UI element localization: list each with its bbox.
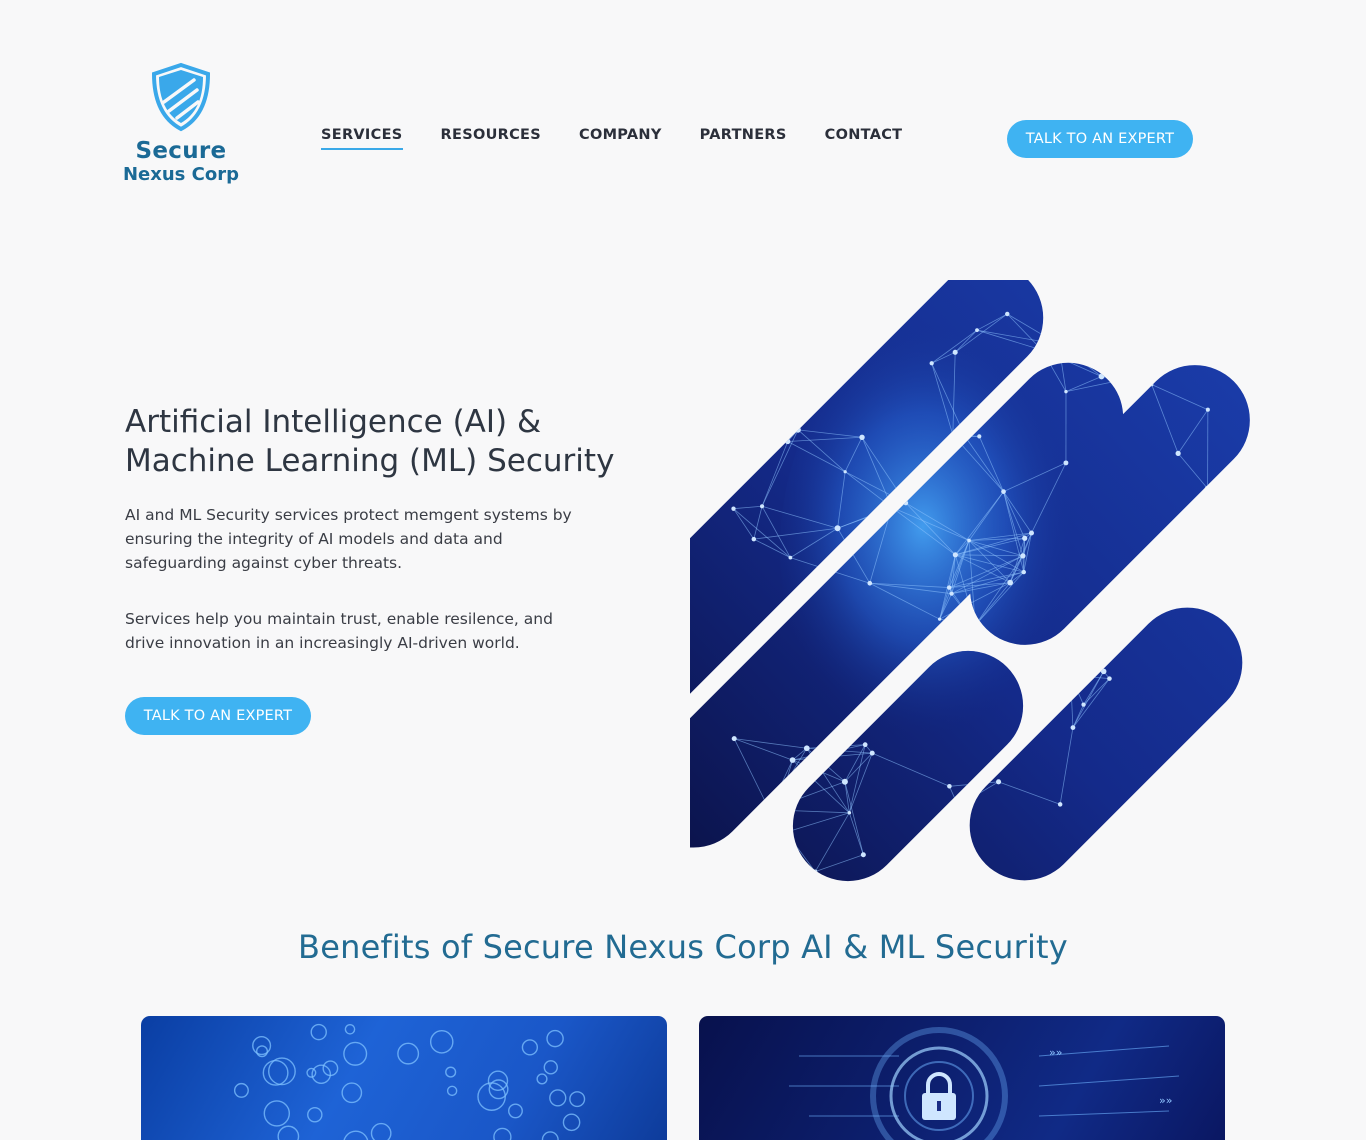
- hero-talk-to-expert-button[interactable]: TALK TO AN EXPERT: [125, 697, 311, 735]
- logo-text-secure: Secure: [135, 138, 227, 164]
- ai-face-network-illustration: [690, 280, 1250, 890]
- padlock-icon: [922, 1072, 956, 1120]
- nav-item-partners[interactable]: PARTNERS: [700, 127, 787, 150]
- hero-title: Artificial Intelligence (AI) & Machine L…: [125, 403, 685, 481]
- hero-paragraph-1: AI and ML Security services protect memg…: [125, 506, 572, 572]
- benefits-title: Benefits of Secure Nexus Corp AI & ML Se…: [298, 928, 1068, 966]
- logo-text-nexus-corp: Nexus Corp: [122, 164, 239, 185]
- benefit-card-security-lock[interactable]: »» »»: [699, 1016, 1225, 1140]
- hero-title-line1: Artificial Intelligence (AI) &: [125, 404, 542, 440]
- nav-item-resources[interactable]: RESOURCES: [441, 127, 541, 150]
- ai-head-gears-image: [233, 1023, 586, 1140]
- nav-item-services[interactable]: SERVICES: [321, 127, 403, 150]
- main-nav: SERVICES RESOURCES COMPANY PARTNERS CONT…: [321, 127, 940, 150]
- company-logo[interactable]: Secure Nexus Corp: [118, 62, 244, 186]
- svg-text:»»: »»: [1159, 1094, 1172, 1107]
- header-talk-to-expert-button[interactable]: TALK TO AN EXPERT: [1007, 120, 1193, 158]
- padlock-circuit-image: »» »»: [789, 1027, 1180, 1140]
- shield-icon: [151, 62, 211, 132]
- nav-item-contact[interactable]: CONTACT: [825, 127, 903, 150]
- benefit-card-ai-brain[interactable]: [141, 1016, 667, 1140]
- hero-title-line2: Machine Learning (ML) Security: [125, 443, 615, 479]
- site-header: Secure Nexus Corp SERVICES RESOURCES COM…: [0, 0, 1366, 240]
- svg-text:»»: »»: [1049, 1046, 1062, 1059]
- nav-item-company[interactable]: COMPANY: [579, 127, 662, 150]
- hero-paragraph-2: Services help you maintain trust, enable…: [125, 610, 553, 652]
